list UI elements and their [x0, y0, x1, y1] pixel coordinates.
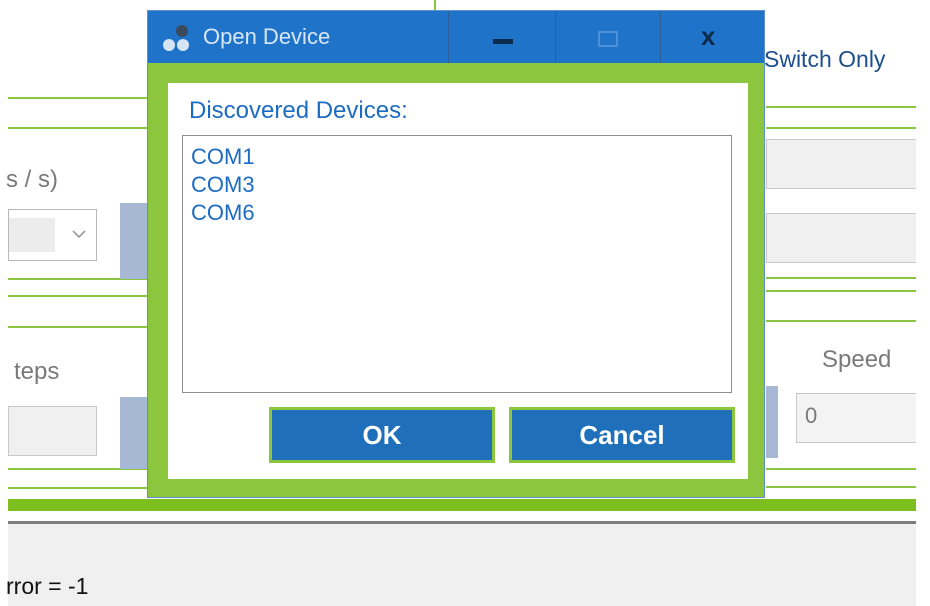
- units-dropdown[interactable]: [8, 209, 97, 261]
- steps-input[interactable]: [8, 406, 97, 456]
- divider-line: [8, 97, 148, 99]
- speed-input[interactable]: 0: [796, 393, 916, 443]
- dropdown-fill: [9, 218, 55, 252]
- divider-line: [8, 295, 148, 297]
- status-panel: [8, 524, 916, 606]
- green-band: [8, 499, 916, 511]
- close-icon: x: [701, 21, 716, 51]
- maximize-icon: [598, 31, 618, 47]
- divider-line: [766, 320, 916, 322]
- blue-button-edge[interactable]: [766, 386, 778, 458]
- divider-line: [766, 277, 916, 279]
- app-logo-icon: [162, 23, 192, 53]
- divider-line: [766, 127, 916, 129]
- divider-line: [8, 127, 148, 129]
- ok-button[interactable]: OK: [269, 407, 495, 463]
- steps-label: teps: [14, 358, 60, 385]
- status-text: rror = -1: [6, 573, 89, 599]
- dialog-titlebar[interactable]: Open Device x: [148, 11, 764, 63]
- divider-line: [8, 487, 148, 489]
- list-item[interactable]: COM1: [191, 144, 255, 170]
- divider-line: [766, 290, 916, 292]
- right-field-1[interactable]: [766, 139, 916, 189]
- switch-only-label: Switch Only: [764, 46, 886, 72]
- speed-value: 0: [805, 403, 818, 428]
- divider-line: [8, 326, 148, 328]
- dialog-content: Discovered Devices: COM1 COM3 COM6 OK Ca…: [168, 83, 748, 479]
- minimize-icon: [493, 39, 513, 44]
- divider-line: [766, 468, 916, 470]
- blue-button-edge[interactable]: [120, 203, 148, 279]
- maximize-button[interactable]: [555, 11, 660, 63]
- divider-line: [766, 106, 916, 108]
- dialog-title: Open Device: [203, 24, 331, 49]
- speed-label: Speed: [822, 346, 892, 373]
- minimize-button[interactable]: [448, 11, 555, 63]
- list-item[interactable]: COM3: [191, 172, 255, 198]
- cancel-button[interactable]: Cancel: [509, 407, 735, 463]
- blue-button-edge[interactable]: [120, 397, 148, 469]
- divider-line: [766, 486, 916, 488]
- close-button[interactable]: x: [660, 11, 765, 63]
- list-item[interactable]: COM6: [191, 200, 255, 226]
- right-field-2[interactable]: [766, 213, 916, 263]
- open-device-dialog: Open Device x Discovered Devices: COM1 C…: [147, 10, 765, 498]
- discovered-devices-label: Discovered Devices:: [189, 97, 408, 124]
- units-label: s / s): [6, 166, 58, 193]
- devices-listbox[interactable]: COM1 COM3 COM6: [182, 135, 732, 393]
- chevron-down-icon: [71, 222, 87, 251]
